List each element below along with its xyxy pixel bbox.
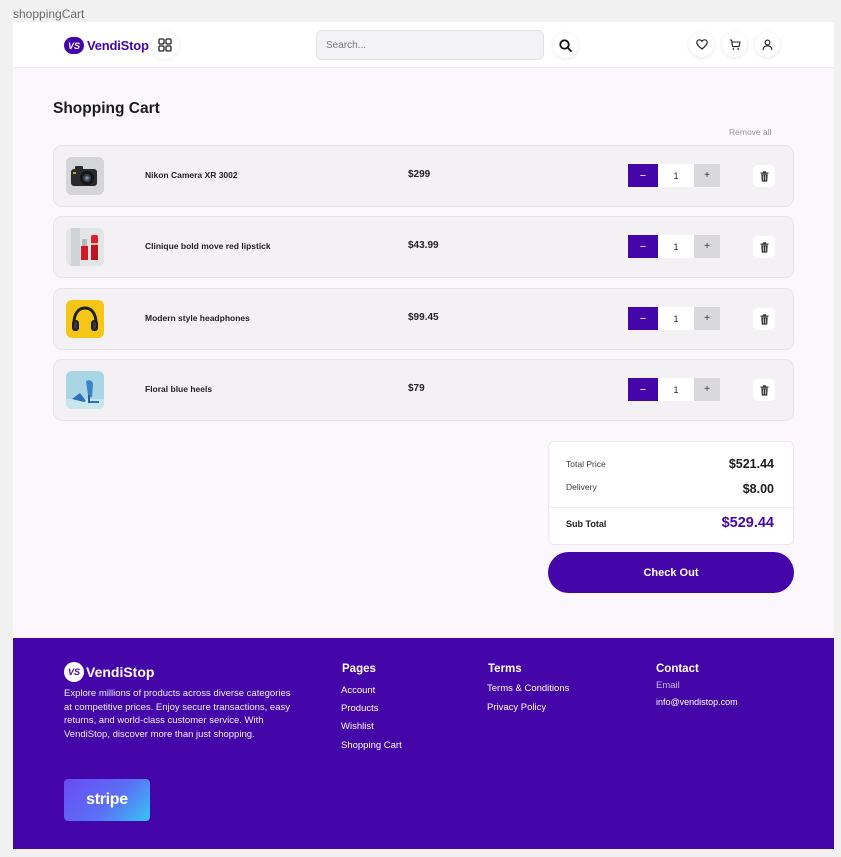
remove-all-link[interactable]: Remove all [729, 127, 772, 137]
product-price: $79 [408, 383, 425, 394]
footer-logo[interactable]: VS VendiStop [64, 662, 154, 682]
quantity-value[interactable]: 1 [658, 235, 694, 258]
quantity-value[interactable]: 1 [658, 378, 694, 401]
search-button[interactable] [553, 33, 578, 58]
quantity-stepper: − 1 + [628, 378, 720, 401]
trash-icon [760, 384, 768, 396]
trash-icon [760, 170, 768, 182]
cart-icon [729, 38, 741, 50]
quantity-value[interactable]: 1 [658, 164, 694, 187]
product-image-lipstick [66, 228, 104, 266]
footer-link-terms[interactable]: Terms & Conditions [487, 683, 569, 694]
product-price: $299 [408, 169, 431, 180]
product-image-heels [66, 371, 104, 409]
increase-quantity-button[interactable]: + [694, 164, 720, 187]
product-image-camera [66, 157, 104, 195]
grid-icon [158, 38, 172, 52]
delivery-label: Delivery [566, 482, 597, 492]
product-name[interactable]: Nikon Camera XR 3002 [145, 170, 238, 180]
product-name[interactable]: Floral blue heels [145, 384, 212, 394]
delete-item-button[interactable] [753, 236, 775, 258]
footer-email-label: Email [656, 680, 680, 691]
quantity-stepper: − 1 + [628, 307, 720, 330]
decrease-quantity-button[interactable]: − [628, 164, 658, 187]
quantity-value[interactable]: 1 [658, 307, 694, 330]
trash-icon [760, 313, 768, 325]
cart-item-row: Clinique bold move red lipstick $43.99 −… [53, 216, 794, 278]
search-icon [559, 39, 572, 52]
cart-item-row: Floral blue heels $79 − 1 + [53, 359, 794, 421]
footer-contact-heading: Contact [656, 663, 699, 675]
increase-quantity-button[interactable]: + [694, 235, 720, 258]
sub-total-value: $529.44 [721, 515, 774, 531]
stripe-payment-logo: stripe [64, 779, 150, 821]
heart-icon [695, 39, 708, 50]
footer-terms-heading: Terms [488, 663, 522, 675]
footer-link-privacy[interactable]: Privacy Policy [487, 702, 546, 713]
cart-item-row: Nikon Camera XR 3002 $299 − 1 + [53, 145, 794, 207]
shopping-cart-page: VS VendiStop Search... Shopping Cart Rem… [13, 22, 834, 849]
page-title: Shopping Cart [53, 100, 160, 117]
total-price-label: Total Price [566, 459, 606, 469]
product-name[interactable]: Modern style headphones [145, 313, 250, 323]
sub-total-label: Sub Total [566, 519, 607, 529]
delivery-value: $8.00 [742, 482, 774, 496]
top-navbar: VS VendiStop [13, 22, 834, 68]
decrease-quantity-button[interactable]: − [628, 235, 658, 258]
logo-text: VendiStop [87, 38, 149, 53]
product-price: $99.45 [408, 312, 439, 323]
delete-item-button[interactable] [753, 379, 775, 401]
footer-link-shopping-cart[interactable]: Shopping Cart [341, 740, 402, 751]
footer-logo-text: VendiStop [86, 664, 155, 680]
increase-quantity-button[interactable]: + [694, 378, 720, 401]
summary-divider [549, 507, 795, 508]
product-price: $43.99 [408, 240, 439, 251]
brand-logo[interactable]: VS VendiStop [64, 37, 149, 54]
footer-link-products[interactable]: Products [341, 703, 379, 714]
search-input[interactable] [316, 30, 544, 60]
footer-link-account[interactable]: Account [341, 685, 375, 696]
order-summary-card: Total Price $521.44 Delivery $8.00 Sub T… [548, 441, 795, 545]
footer-pages-heading: Pages [342, 663, 376, 675]
delete-item-button[interactable] [753, 308, 775, 330]
logo-badge: VS [64, 37, 84, 54]
user-icon [762, 39, 773, 50]
trash-icon [760, 241, 768, 253]
footer-email-link[interactable]: info@vendistop.com [656, 697, 738, 707]
product-image-headphones [66, 300, 104, 338]
total-price-value: $521.44 [728, 457, 774, 471]
site-footer: VS VendiStop Explore millions of product… [13, 638, 834, 849]
account-button[interactable] [755, 32, 780, 57]
footer-link-wishlist[interactable]: Wishlist [341, 721, 374, 732]
frame-label: shoppingCart [13, 7, 85, 21]
increase-quantity-button[interactable]: + [694, 307, 720, 330]
delete-item-button[interactable] [753, 165, 775, 187]
wishlist-button[interactable] [689, 32, 714, 57]
cart-item-row: Modern style headphones $99.45 − 1 + [53, 288, 794, 350]
categories-grid-button[interactable] [151, 31, 179, 59]
decrease-quantity-button[interactable]: − [628, 307, 658, 330]
checkout-button[interactable]: Check Out [548, 552, 794, 593]
decrease-quantity-button[interactable]: − [628, 378, 658, 401]
footer-logo-badge: VS [64, 662, 84, 682]
product-name[interactable]: Clinique bold move red lipstick [145, 241, 271, 251]
footer-description: Explore millions of products across dive… [64, 688, 291, 740]
quantity-stepper: − 1 + [628, 235, 720, 258]
cart-button[interactable] [722, 32, 747, 57]
quantity-stepper: − 1 + [628, 164, 720, 187]
